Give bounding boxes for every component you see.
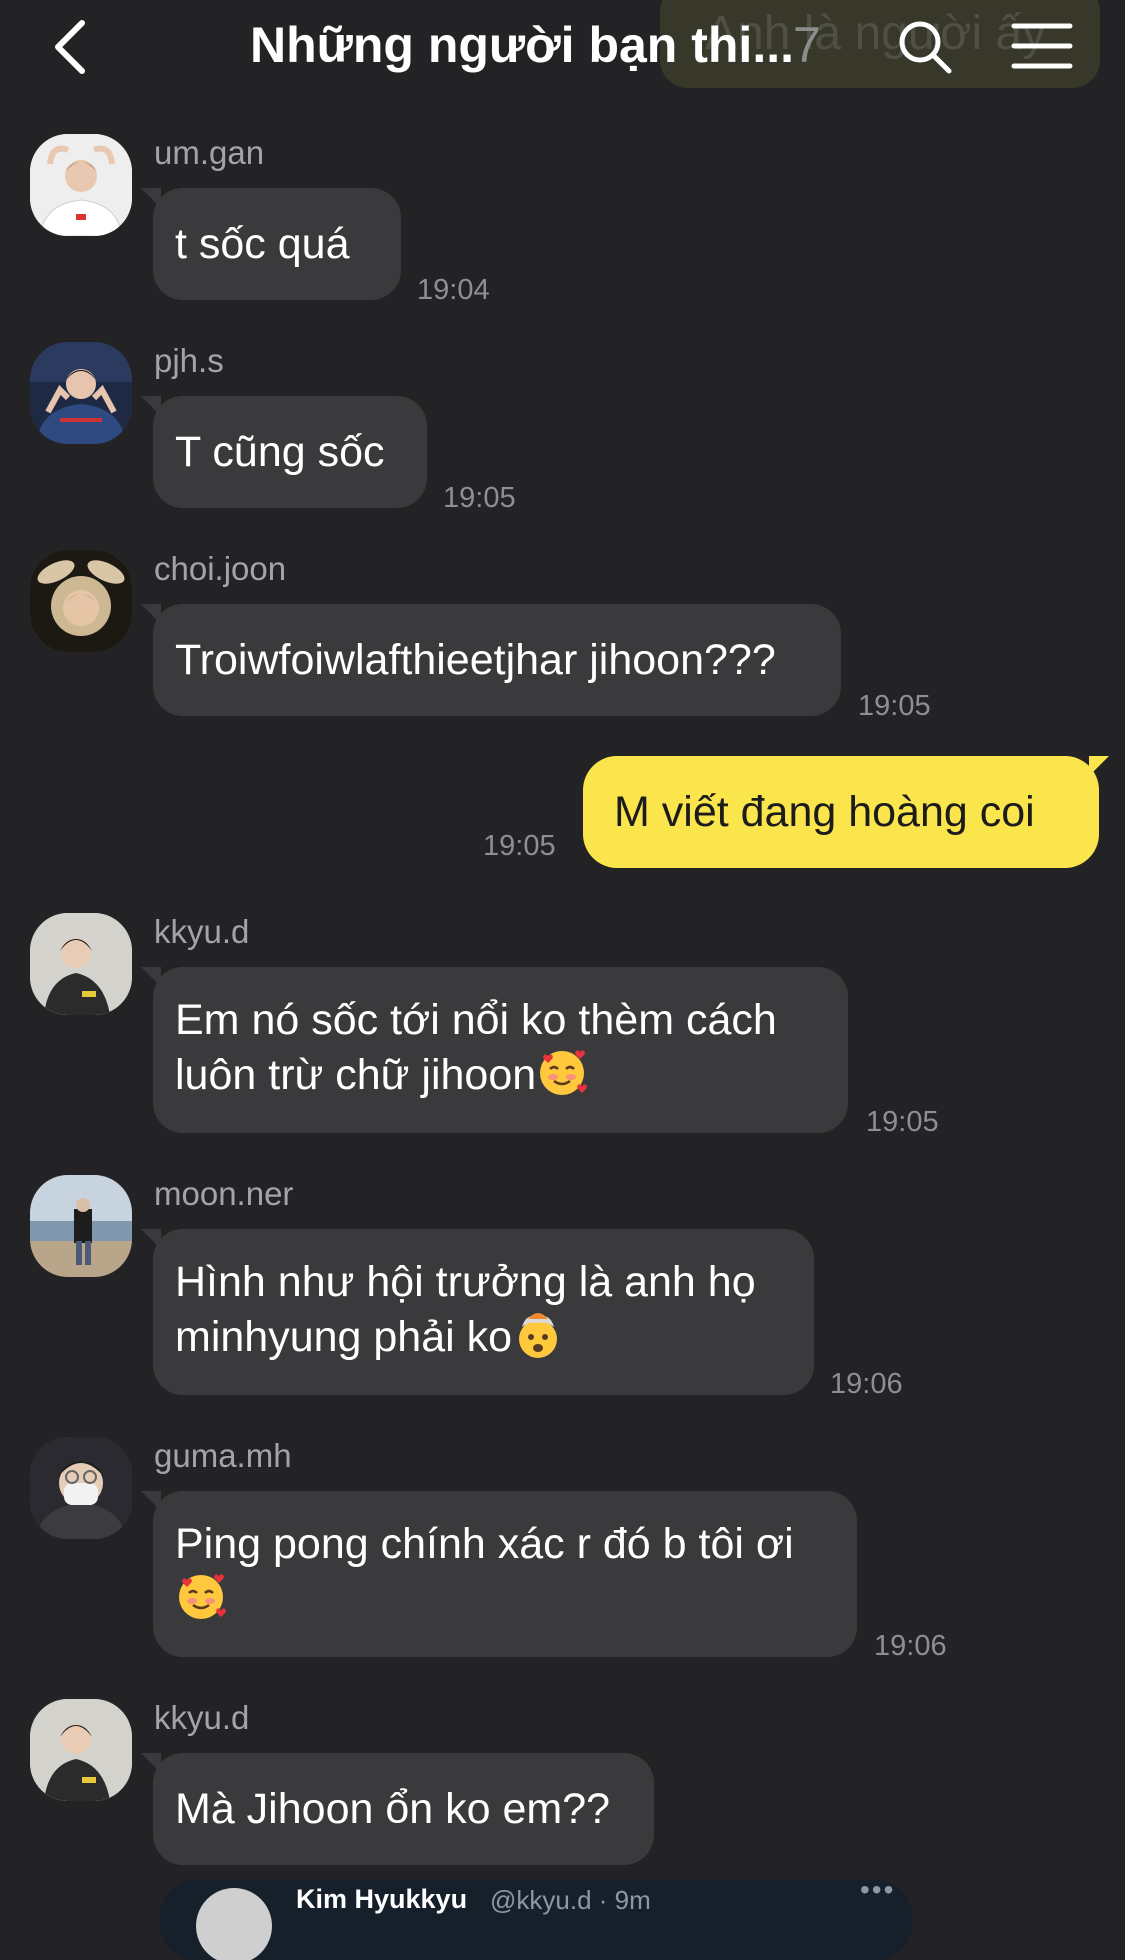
message-time: 19:05 (866, 1106, 939, 1138)
sender-name: moon.ner (154, 1175, 294, 1212)
avatar[interactable] (30, 1699, 132, 1801)
sender-name: pjh.s (154, 342, 224, 379)
search-button[interactable] (890, 12, 960, 82)
message-text-line: minhyung phải ko (175, 1313, 513, 1361)
message-time: 19:05 (483, 830, 556, 862)
avatar[interactable] (30, 550, 132, 652)
message-bubble[interactable]: t sốc quá (141, 188, 401, 300)
hamburger-menu-icon (1011, 23, 1073, 69)
exploding-head-icon (519, 1313, 558, 1358)
message-text-line: luôn trừ chữ jihoon (175, 1051, 537, 1099)
back-button[interactable] (40, 12, 100, 82)
chat-header: Anh là người ấy Những người bạn thi... 7 (0, 0, 1125, 100)
message-bubble[interactable]: Troiwfoiwlafthieetjhar jihoon??? (141, 604, 841, 716)
more-options-icon[interactable]: ••• (860, 1880, 895, 1906)
message-bubble[interactable]: Em nó sốc tới nổi ko thèm cách luôn trừ … (141, 967, 848, 1133)
post-author-avatar (196, 1888, 272, 1960)
message-text-line: Ping pong chính xác r đó b tôi ơi (175, 1520, 794, 1568)
smiling-face-with-hearts-icon (540, 1050, 587, 1095)
sender-name: choi.joon (154, 550, 287, 587)
chevron-left-icon (55, 20, 85, 74)
message-bubble[interactable]: Ping pong chính xác r đó b tôi ơi (141, 1491, 857, 1657)
sender-name: kkyu.d (154, 1699, 250, 1736)
message-bubble[interactable]: Mà Jihoon ổn ko em?? (141, 1753, 654, 1865)
post-author-handle: @kkyu.d · 9m (490, 1885, 651, 1915)
message-time: 19:06 (874, 1630, 947, 1662)
shared-post-card[interactable]: Kim Hyukkyu @kkyu.d · 9m ••• (160, 1880, 912, 1960)
message-time: 19:05 (858, 690, 931, 722)
message-text-line: Em nó sốc tới nổi ko thèm cách (175, 996, 777, 1044)
member-count: 7 (793, 17, 821, 73)
message-time: 19:04 (417, 274, 490, 306)
message-time: 19:05 (443, 482, 516, 514)
smiling-face-with-hearts-icon (179, 1574, 226, 1619)
message-text: Mà Jihoon ổn ko em?? (175, 1785, 611, 1833)
avatar[interactable] (30, 913, 132, 1015)
sender-name: guma.mh (154, 1437, 292, 1474)
sender-name: kkyu.d (154, 913, 250, 950)
search-icon (899, 21, 952, 74)
message-text: T cũng sốc (175, 428, 385, 476)
message-bubble[interactable]: T cũng sốc (141, 396, 427, 508)
message-text-line: Hình như hội trưởng là anh họ (175, 1258, 756, 1306)
avatar[interactable] (30, 1437, 132, 1539)
avatar[interactable] (30, 134, 132, 236)
message-text: M viết đang hoàng coi (614, 788, 1035, 836)
message-bubble[interactable]: Hình như hội trưởng là anh họ minhyung p… (141, 1229, 814, 1395)
sender-name: um.gan (154, 134, 265, 171)
menu-button[interactable] (1008, 16, 1076, 76)
message-time: 19:06 (830, 1368, 903, 1400)
avatar[interactable] (30, 1175, 132, 1277)
post-author-name: Kim Hyukkyu (296, 1884, 468, 1914)
own-message-bubble[interactable]: M viết đang hoàng coi (583, 756, 1109, 868)
message-text: Troiwfoiwlafthieetjhar jihoon??? (175, 636, 776, 684)
message-text: t sốc quá (175, 220, 350, 268)
avatar[interactable] (30, 342, 132, 444)
chat-title[interactable]: Những người bạn thi... (250, 16, 794, 74)
